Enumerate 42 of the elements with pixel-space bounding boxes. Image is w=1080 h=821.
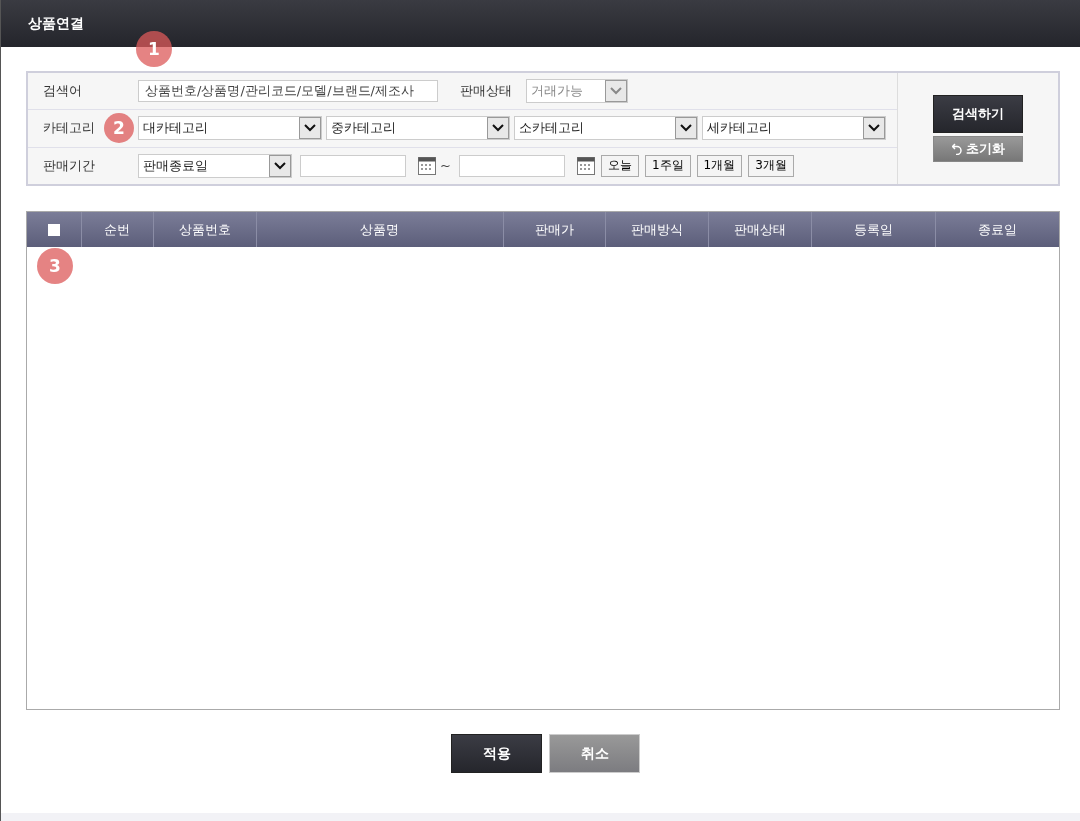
undo-icon: [951, 143, 962, 155]
caret-icon: [299, 117, 321, 140]
caret-icon: [675, 117, 697, 140]
start-date-field[interactable]: [300, 154, 406, 177]
caret-icon: [487, 117, 509, 140]
calendar-icon[interactable]: [576, 156, 595, 175]
keyword-field[interactable]: 상품번호/상품명/관리코드/모델/브랜드/제조사: [138, 80, 438, 103]
category-select[interactable]: 세카테고리: [702, 116, 886, 141]
column-header: 판매가: [502, 212, 606, 247]
column-header: 판매상태: [708, 212, 812, 247]
range-separator: ~: [440, 158, 451, 174]
period-button[interactable]: 1개월: [696, 154, 743, 177]
period-button[interactable]: 오늘: [600, 154, 639, 177]
category-select[interactable]: 소카테고리: [514, 116, 698, 141]
column-header: 상품번호: [152, 212, 256, 247]
search-button[interactable]: 검색하기: [933, 95, 1023, 133]
status-label: 판매상태: [460, 82, 512, 101]
select-all-checkbox[interactable]: [47, 223, 60, 236]
column-header: 순번: [80, 212, 153, 247]
caret-icon: [269, 154, 291, 177]
column-header: 종료일: [935, 212, 1060, 247]
period-type-select[interactable]: 판매종료일: [138, 153, 292, 178]
category-select[interactable]: 중카테고리: [326, 116, 510, 141]
column-header: 등록일: [811, 212, 936, 247]
annotation-badge: 3: [37, 248, 73, 284]
category-label: 카테고리: [43, 119, 93, 138]
end-date-field[interactable]: [458, 154, 565, 177]
caret-icon: [863, 117, 885, 140]
category-select[interactable]: 대카테고리: [138, 116, 322, 141]
period-label: 판매기간: [43, 156, 93, 175]
column-header: 판매방식: [605, 212, 709, 247]
period-button[interactable]: 1주일: [644, 154, 691, 177]
annotation-badge: 2: [104, 113, 134, 144]
period-button[interactable]: 3개월: [748, 154, 794, 177]
reset-button[interactable]: 초기화: [933, 136, 1023, 162]
window-title: 상품연결: [28, 14, 84, 33]
column-header: 상품명: [255, 212, 503, 247]
calendar-icon[interactable]: [418, 156, 436, 175]
annotation-badge: 1: [136, 31, 172, 67]
caret-icon: [605, 80, 627, 103]
keyword-label: 검색어: [43, 82, 83, 101]
apply-button[interactable]: 적용: [451, 734, 542, 773]
